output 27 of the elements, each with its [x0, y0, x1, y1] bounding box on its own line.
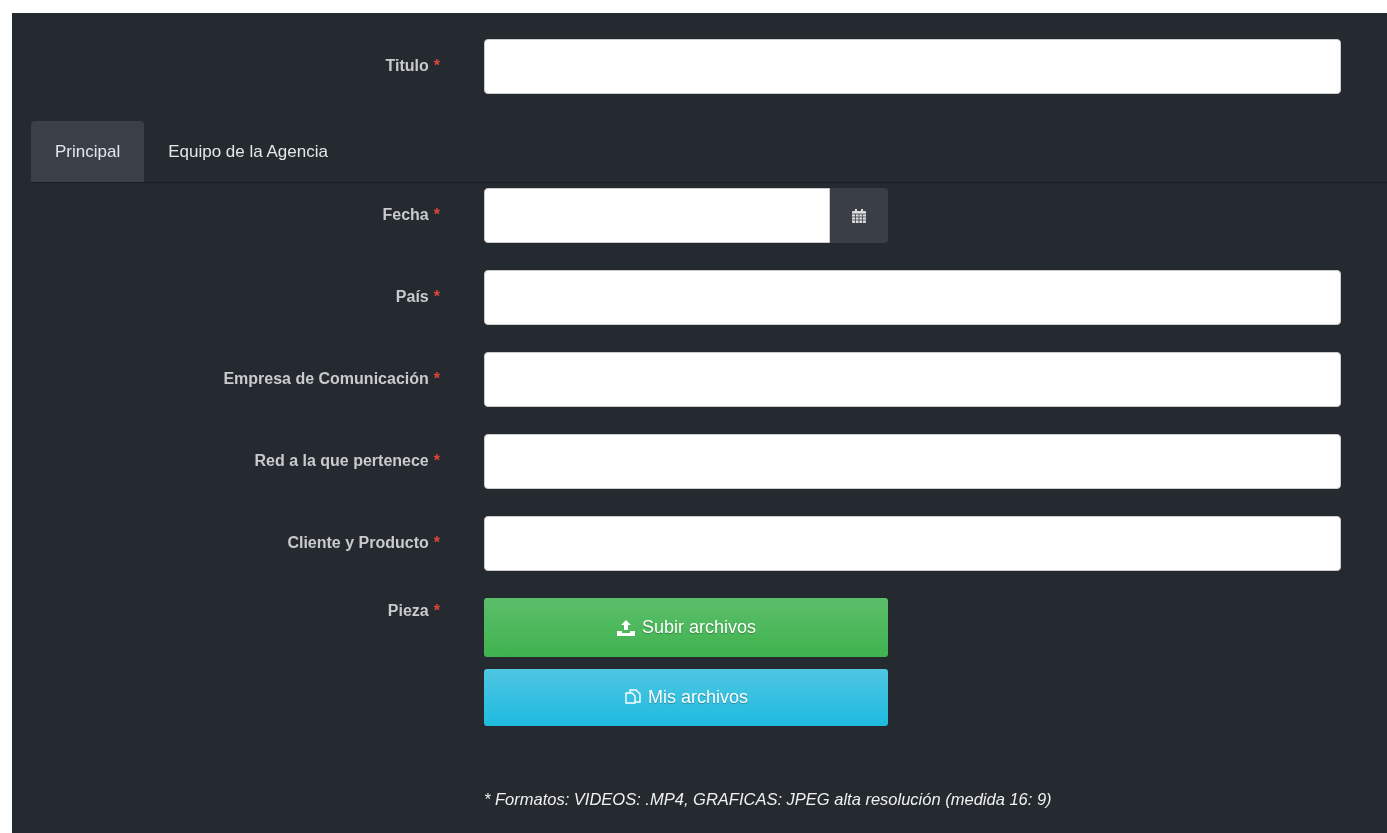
text-field[interactable]: [484, 39, 1341, 94]
required-marker: *: [433, 57, 440, 75]
calendar-button[interactable]: [830, 188, 888, 243]
field-label: Pieza: [387, 602, 429, 620]
format-note: * Formatos: VIDEOS: .MP4, GRAFICAS: JPEG alta resolución (medida 16: 9): [484, 789, 1053, 810]
text-field[interactable]: [484, 352, 1341, 407]
text-field[interactable]: [484, 270, 1341, 325]
text-field[interactable]: [484, 188, 830, 243]
required-marker: *: [433, 602, 440, 620]
tab[interactable]: Equipo de la Agencia: [144, 121, 352, 182]
field-label: País: [395, 288, 429, 306]
tab[interactable]: Principal: [31, 121, 145, 182]
field-label: Red a la que pertenece: [254, 452, 429, 470]
upload-icon: [615, 618, 636, 637]
required-marker: *: [433, 534, 440, 552]
field-label: Titulo: [385, 57, 429, 75]
calendar-icon: [851, 207, 867, 224]
field-label: Fecha: [382, 206, 429, 224]
documents-icon: [624, 688, 642, 707]
required-marker: *: [433, 288, 440, 306]
required-marker: *: [433, 370, 440, 388]
required-marker: *: [433, 206, 440, 224]
required-marker: *: [433, 452, 440, 470]
text-field[interactable]: [484, 516, 1341, 571]
field-label: Cliente y Producto: [287, 534, 429, 552]
field-label: Empresa de Comunicación: [223, 370, 429, 388]
text-field[interactable]: [484, 434, 1341, 489]
